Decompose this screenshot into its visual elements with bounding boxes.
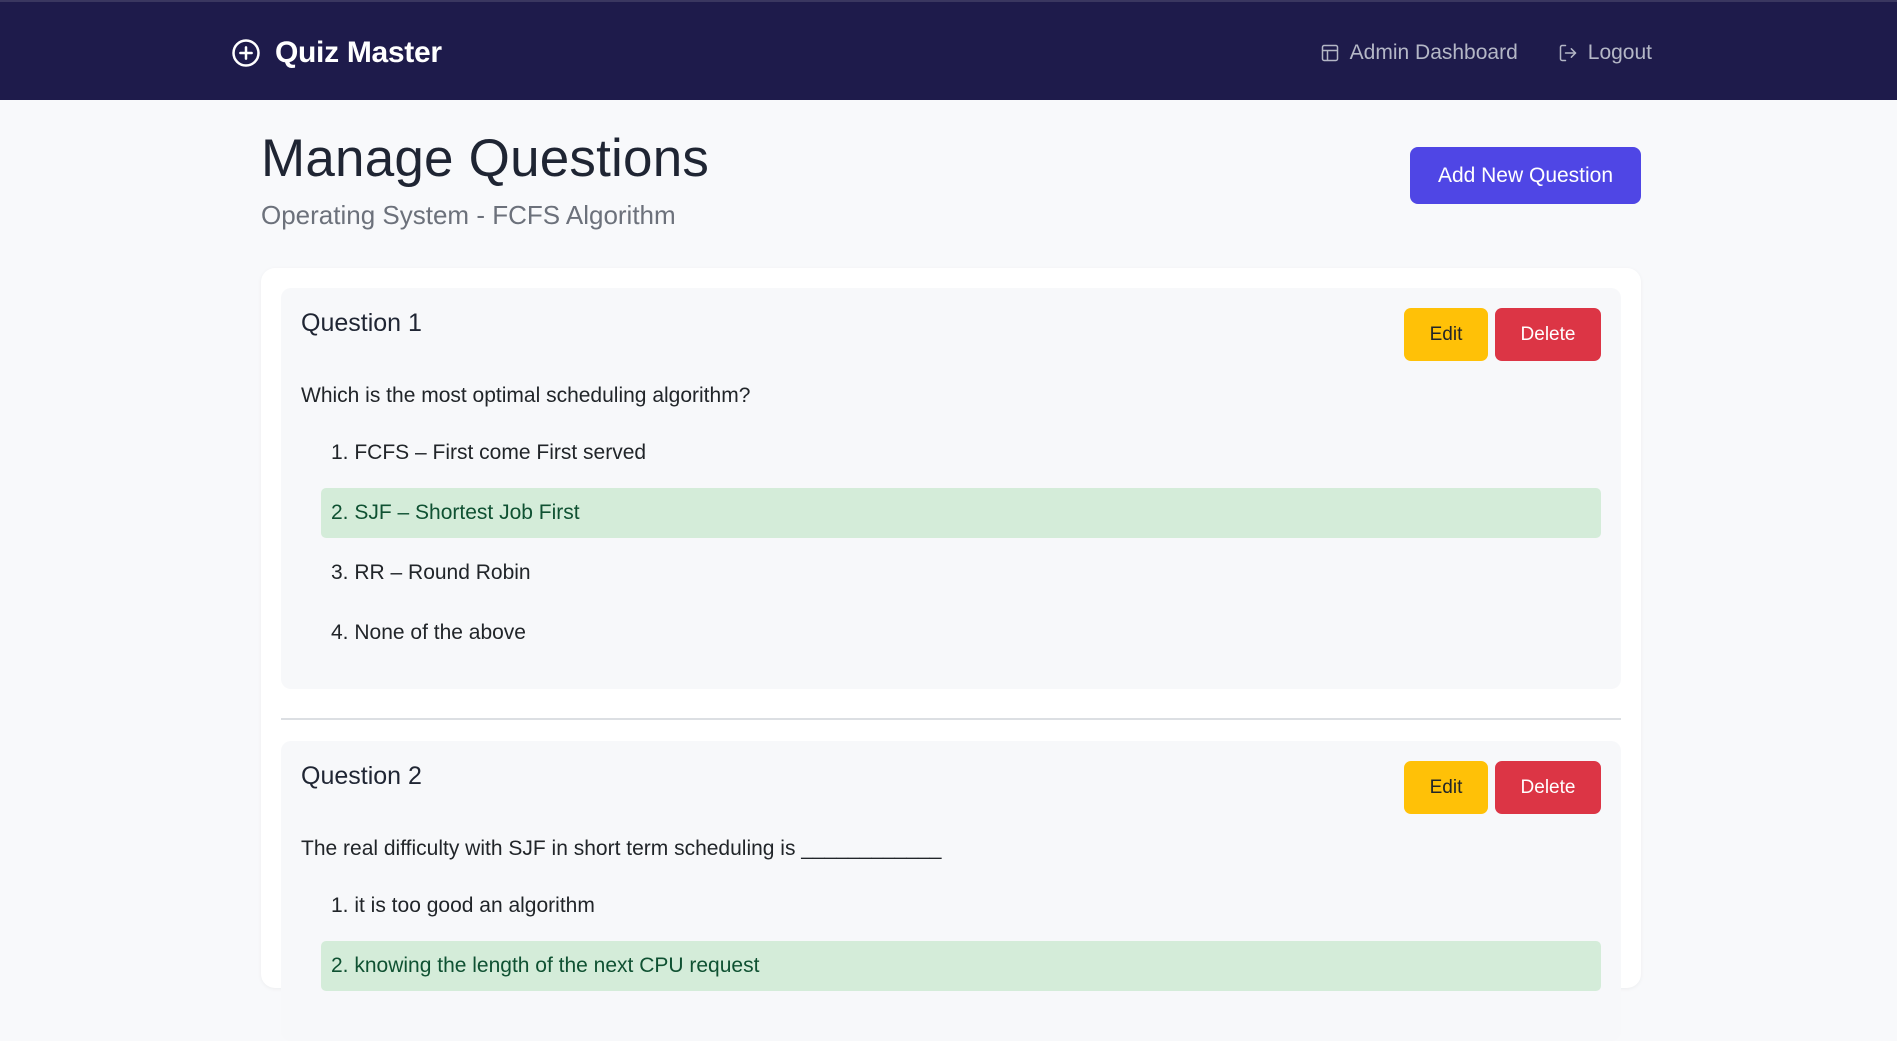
question-actions: Edit Delete [1404, 761, 1601, 814]
question-item: Question 2 Edit Delete The real difficul… [281, 741, 1621, 1041]
option-item: 1. it is too good an algorithm [331, 894, 595, 917]
option-item-correct: 2. knowing the length of the next CPU re… [321, 941, 1601, 991]
nav-logout[interactable]: Logout [1558, 41, 1652, 65]
question-text: Which is the most optimal scheduling alg… [301, 384, 751, 407]
question-text: The real difficulty with SJF in short te… [301, 837, 942, 860]
delete-button[interactable]: Delete [1495, 761, 1601, 814]
question-title: Question 2 [301, 762, 422, 790]
nav-logout-label: Logout [1587, 41, 1652, 64]
option-item-correct: 2. SJF – Shortest Job First [321, 488, 1601, 538]
add-new-question-button[interactable]: Add New Question [1410, 147, 1641, 204]
page-title: Manage Questions [261, 129, 710, 188]
edit-button[interactable]: Edit [1404, 761, 1488, 814]
dashboard-icon [1320, 43, 1340, 63]
question-title: Question 1 [301, 309, 422, 337]
edit-button[interactable]: Edit [1404, 308, 1488, 361]
option-item: 3. RR – Round Robin [331, 561, 531, 584]
brand-name: Quiz Master [275, 36, 442, 69]
top-navbar: Quiz Master Admin Dashboard Logout [0, 0, 1897, 100]
page-subtitle: Operating System - FCFS Algorithm [261, 200, 676, 230]
nav-links: Admin Dashboard Logout [1320, 36, 1652, 70]
option-item: 4. None of the above [331, 621, 526, 644]
nav-admin-dashboard-label: Admin Dashboard [1349, 41, 1518, 64]
logout-icon [1558, 43, 1578, 63]
question-divider [281, 718, 1621, 720]
page-header: Manage Questions Operating System - FCFS… [261, 128, 1641, 238]
questions-card: Question 1 Edit Delete Which is the most… [261, 268, 1641, 1041]
option-item: 1. FCFS – First come First served [331, 441, 647, 464]
question-item: Question 1 Edit Delete Which is the most… [281, 288, 1621, 689]
brand[interactable]: Quiz Master [231, 34, 442, 72]
nav-admin-dashboard[interactable]: Admin Dashboard [1320, 41, 1518, 65]
delete-button[interactable]: Delete [1495, 308, 1601, 361]
plus-circle-icon [231, 38, 261, 68]
question-actions: Edit Delete [1404, 308, 1601, 361]
